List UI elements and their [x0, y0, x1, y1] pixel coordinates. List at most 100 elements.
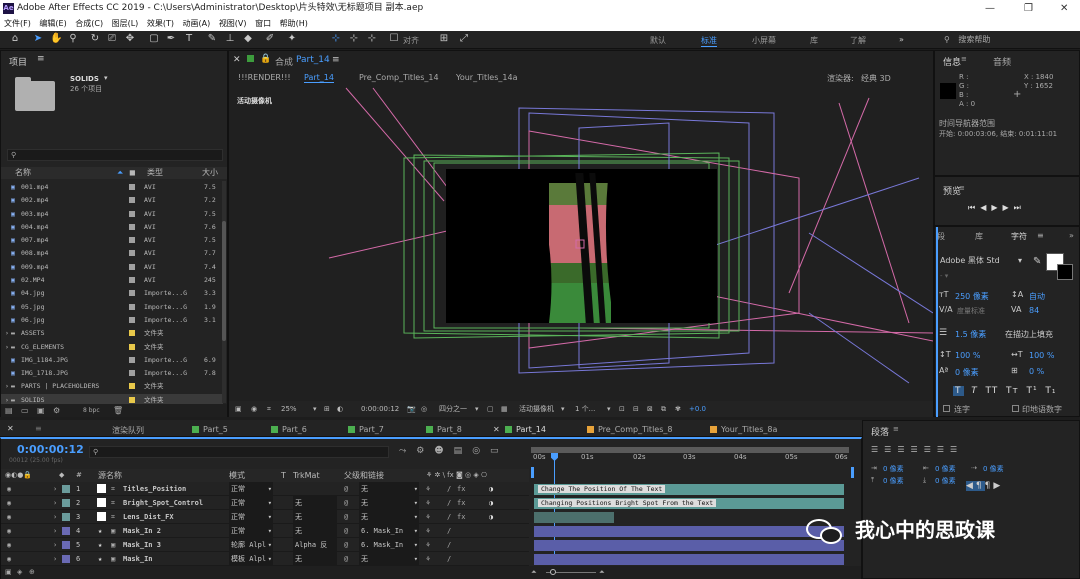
- tab-paragraph-short[interactable]: 段: [937, 231, 945, 242]
- rotate-tool-icon[interactable]: ↻: [89, 33, 101, 45]
- trkmat-dropdown[interactable]: 无: [293, 510, 337, 524]
- baseline-shift-field[interactable]: 0 像素: [955, 367, 979, 378]
- expand-arrow-icon[interactable]: ›: [1, 327, 11, 340]
- quality-switch-icon[interactable]: /: [447, 510, 451, 524]
- pickwhip-icon[interactable]: @: [344, 510, 348, 524]
- fx-switch-icon[interactable]: fx: [457, 496, 465, 510]
- project-item[interactable]: › ▬ CG_ELEMENTS 文件夹: [1, 341, 223, 354]
- ltr-direction-icon[interactable]: ◀¶: [966, 481, 985, 491]
- workspace-libraries[interactable]: 库: [810, 35, 818, 46]
- project-item[interactable]: ▣ 02.MP4 AVI 245: [1, 274, 223, 287]
- workspace-more-icon[interactable]: »: [899, 35, 904, 44]
- project-item[interactable]: ▣ 004.mp4 AVI 7.6: [1, 221, 223, 234]
- layer-label-color[interactable]: [62, 541, 70, 549]
- layer-bar-1[interactable]: Change The Position Of The Text: [534, 484, 844, 495]
- composition-viewer[interactable]: [229, 83, 933, 401]
- expand-arrow-icon[interactable]: ›: [53, 524, 57, 538]
- view-arrow-icon[interactable]: ▾: [561, 401, 565, 417]
- visibility-eye-icon[interactable]: ◉: [7, 496, 11, 510]
- selection-tool-icon[interactable]: ➤: [32, 33, 44, 45]
- stroke-color-swatch[interactable]: [1057, 264, 1073, 280]
- play-icon[interactable]: ▶: [991, 203, 1002, 212]
- comp-mini-flowchart-icon[interactable]: ⤳: [399, 446, 416, 456]
- grid-icon[interactable]: ⊞: [324, 401, 330, 417]
- interpret-footage-icon[interactable]: ▤: [5, 404, 13, 417]
- layer-label-color[interactable]: [62, 555, 70, 563]
- graph-editor-icon[interactable]: ▭: [490, 446, 509, 456]
- project-item[interactable]: ▣ 002.mp4 AVI 7.2: [1, 194, 223, 207]
- blend-mode-dropdown[interactable]: 正常 ▾: [229, 496, 273, 510]
- layer-name[interactable]: Bright_Spot_Control: [123, 496, 203, 510]
- label-color[interactable]: [129, 316, 135, 323]
- tab-character[interactable]: 字符: [1011, 231, 1027, 242]
- views-dropdown[interactable]: 1 个...: [575, 401, 595, 417]
- breadcrumb-part14[interactable]: Part_14: [304, 73, 334, 83]
- label-color[interactable]: [129, 303, 135, 310]
- expand-arrow-icon[interactable]: ›: [1, 380, 11, 393]
- snapshot-icon[interactable]: ◉: [251, 401, 257, 417]
- project-item[interactable]: ▣ IMG_1184.JPG Importe...G 6.9: [1, 354, 223, 367]
- views-arrow-icon[interactable]: ▾: [607, 401, 611, 417]
- menu-window[interactable]: 窗口: [255, 19, 271, 28]
- label-color[interactable]: [129, 343, 135, 350]
- menu-view[interactable]: 视图(V): [219, 19, 247, 28]
- menu-effect[interactable]: 效果(T): [147, 19, 174, 28]
- label-color[interactable]: [129, 223, 135, 230]
- pickwhip-icon[interactable]: @: [344, 552, 348, 566]
- timeline-current-time[interactable]: 0:00:00:12: [17, 443, 84, 456]
- tab-precomp-titles8[interactable]: Pre_Comp_Titles_8: [587, 425, 672, 434]
- fast-preview-icon[interactable]: ⊡: [619, 401, 625, 417]
- mask-visibility-icon[interactable]: ▣: [235, 401, 242, 417]
- timeline-zoom-slider[interactable]: [546, 569, 596, 575]
- layer-name[interactable]: Titles_Position: [123, 482, 186, 496]
- project-item[interactable]: ▣ 001.mp4 AVI 7.5: [1, 181, 223, 194]
- region-icon[interactable]: ⌗: [267, 401, 271, 417]
- snapping-icon[interactable]: ☐: [388, 33, 400, 45]
- tab-part7[interactable]: Part_7: [348, 425, 384, 434]
- motion-blur-icon[interactable]: ◎: [472, 446, 490, 456]
- layer-bar-4[interactable]: [534, 526, 844, 537]
- justify-center-icon[interactable]: ☰: [924, 445, 937, 454]
- flowchart-icon[interactable]: ⧉: [661, 401, 666, 417]
- blend-mode-dropdown[interactable]: 正常 ▾: [229, 524, 273, 538]
- project-search-input[interactable]: ⚲: [7, 149, 223, 161]
- timeline-search-input[interactable]: ⚲: [89, 446, 389, 458]
- brush-tool-icon[interactable]: ✎: [206, 33, 218, 45]
- adjustment-layer-icon[interactable]: ◑: [489, 482, 493, 496]
- layer-row[interactable]: ◉ › 5 ★ ▣ Mask_In 3 轮廓 Alpl ▾ Alpha 反 @6. Mask_In…: [1, 538, 529, 552]
- view-axis-icon[interactable]: ⊹: [366, 33, 378, 45]
- render-time-icon[interactable]: ⊕: [29, 566, 35, 579]
- parent-dropdown[interactable]: 无 ▾: [359, 482, 419, 496]
- adjustment-layer-icon[interactable]: ◑: [489, 496, 493, 510]
- project-item[interactable]: ▣ 06.jpg Importe...G 3.1: [1, 314, 223, 327]
- align-left-icon[interactable]: ☰: [871, 445, 884, 454]
- project-item[interactable]: ▣ IMG_1718.JPG Importe...G 7.8: [1, 367, 223, 380]
- layer-label-color[interactable]: [62, 513, 70, 521]
- fx-switch-icon[interactable]: fx: [457, 510, 465, 524]
- hand-tool-icon[interactable]: ✋: [50, 33, 62, 45]
- menu-help[interactable]: 帮助(H): [280, 19, 308, 28]
- horizontal-scale-field[interactable]: 100 %: [1029, 351, 1054, 360]
- pickwhip-icon[interactable]: @: [344, 482, 348, 496]
- camera-snapshot-icon[interactable]: 📷: [407, 401, 416, 417]
- expand-arrow-icon[interactable]: ›: [53, 496, 57, 510]
- panel-menu-icon[interactable]: ≡: [37, 54, 45, 64]
- tracking-field[interactable]: 84: [1029, 306, 1039, 315]
- camera-tool-icon[interactable]: ⎚: [106, 33, 118, 45]
- quality-switch-icon[interactable]: /: [447, 538, 451, 552]
- type-tool-icon[interactable]: T: [183, 33, 195, 45]
- layer-bar-3[interactable]: [534, 512, 614, 523]
- workspace-learn[interactable]: 了解: [850, 35, 866, 46]
- menu-animation[interactable]: 动画(A): [183, 19, 211, 28]
- indent-left-field[interactable]: 0 像素: [883, 464, 904, 474]
- zoom-dropdown-arrow-icon[interactable]: ▾: [313, 401, 317, 417]
- time-start-marker[interactable]: [531, 467, 534, 478]
- zoom-in-mountain-icon[interactable]: ⏶: [599, 566, 605, 579]
- draft-3d-icon[interactable]: ⚙: [416, 446, 434, 456]
- project-item[interactable]: ▣ 04.jpg Importe...G 3.3: [1, 287, 223, 300]
- quality-switch-icon[interactable]: /: [447, 552, 451, 566]
- project-item[interactable]: ▣ 007.mp4 AVI 7.5: [1, 234, 223, 247]
- breadcrumb-render[interactable]: !!!RENDER!!!: [238, 73, 291, 82]
- show-channel-icon[interactable]: ◎: [421, 401, 427, 417]
- shy-icon[interactable]: ☻: [434, 446, 453, 456]
